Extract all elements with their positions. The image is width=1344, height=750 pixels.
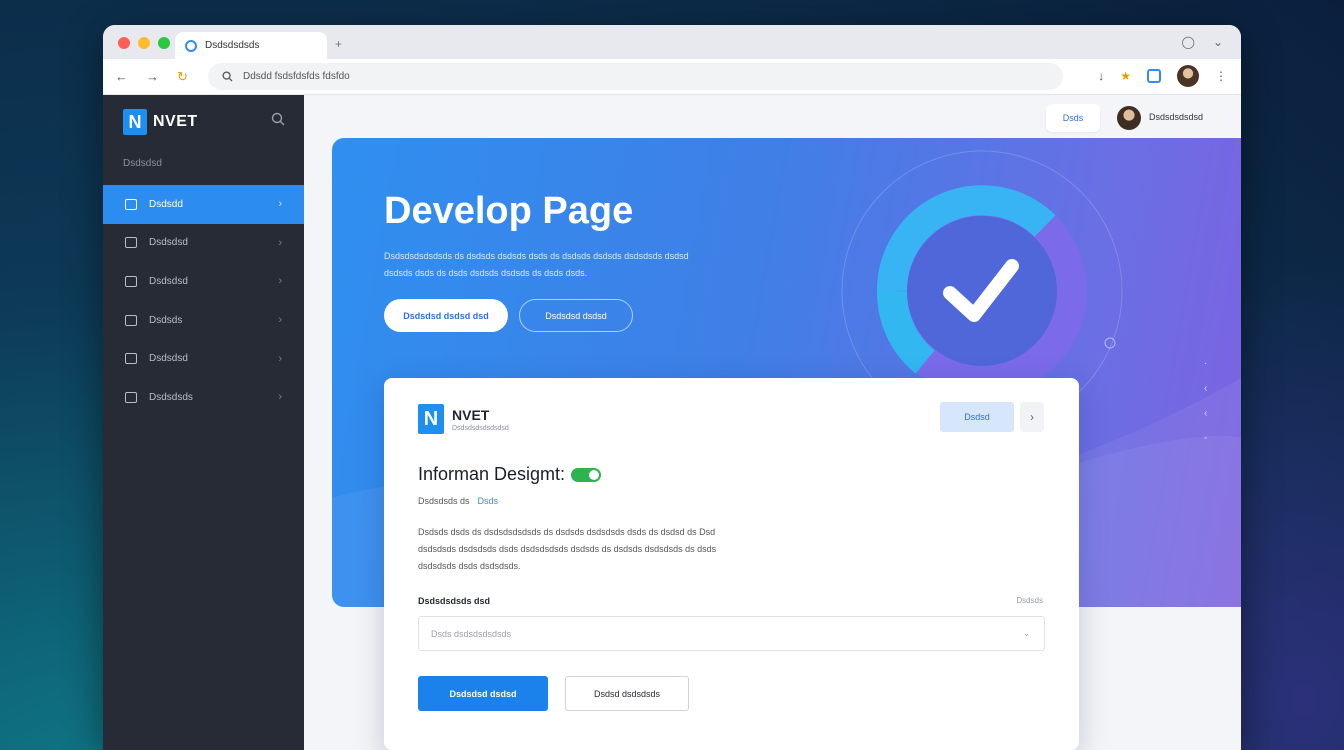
sidebar-item-label: Dsdsdsd — [149, 275, 188, 287]
sidebar-item-2[interactable]: Dsdsdsd › — [103, 224, 304, 263]
dashboard-icon — [125, 198, 137, 210]
tab-strip: Dsdsdsdsds + ◯ ⌄ — [103, 25, 1241, 59]
sidebar-menu: Dsdsdd › Dsdsdsd › Dsdsdsd › Dsdsds › Ds… — [103, 185, 304, 417]
card-meta: Dsdsdsds ds Dsds — [418, 496, 498, 506]
forward-icon[interactable]: → — [146, 69, 159, 85]
browser-tab[interactable]: Dsdsdsdsds — [175, 32, 327, 59]
chart-icon — [125, 275, 137, 287]
reload-icon[interactable]: ↻ — [177, 69, 188, 85]
sidebar-item-label: Dsdsdsd — [149, 353, 188, 365]
tab-strip-controls: ◯ ⌄ — [1182, 35, 1224, 49]
card-brand-name: NVET — [452, 406, 490, 423]
user-name[interactable]: Dsdsdsdsdsd — [1149, 112, 1203, 122]
brand-logo-icon: N — [418, 404, 444, 434]
sidebar: N NVET Dsdsdsd Dsdsdd › Dsdsdsd › Dsdsds… — [103, 95, 304, 750]
chevron-right-icon: › — [278, 236, 282, 249]
card-title: Informan Desigmt: — [418, 464, 602, 485]
sidebar-item-4[interactable]: Dsdsds › — [103, 301, 304, 340]
download-icon[interactable]: ↓ — [1098, 69, 1104, 83]
search-icon — [222, 71, 233, 82]
hero-description-line: Dsdsdsdsdsdsds ds dsdsds dsdsds dsds ds … — [384, 251, 689, 261]
sidebar-item-6[interactable]: Dsdsdsds › — [103, 378, 304, 417]
card-meta-text: Dsdsdsds ds — [418, 496, 470, 506]
profile-icon[interactable]: ◯ — [1182, 35, 1195, 49]
tab-favicon-icon — [185, 39, 197, 52]
card-brand: N NVET Dsdsdsdsdsdsdsd — [418, 404, 509, 434]
hero-side-controls: · ‹ ‹ ◦ — [1204, 358, 1208, 444]
sidebar-item-5[interactable]: Dsdsdsd › — [103, 339, 304, 378]
circle-icon[interactable]: ◦ — [1204, 433, 1208, 444]
sidebar-section-label: Dsdsdsd — [123, 158, 162, 169]
main-area: Dsds Dsdsdsdsdsd Develop Page Dsdsdsdsds… — [304, 95, 1241, 750]
chevron-left-icon[interactable]: ‹ — [1204, 383, 1208, 394]
settings-icon — [125, 391, 137, 403]
card-brand-text: NVET Dsdsdsdsdsdsdsd — [452, 407, 509, 432]
sidebar-brand[interactable]: N NVET — [123, 109, 198, 135]
hero-secondary-button[interactable]: Dsdsdsd dsdsd — [519, 299, 633, 332]
field-label: Dsdsdsdsds dsd — [418, 596, 491, 606]
card-body-line: dsdsdsds dsdsdsds dsds dsdsdsdsds dsdsds… — [418, 544, 717, 554]
close-window-button[interactable] — [118, 37, 130, 49]
avatar[interactable] — [1117, 106, 1141, 130]
dot-icon[interactable]: · — [1204, 358, 1208, 369]
card-meta-tag[interactable]: Dsds — [478, 496, 499, 506]
chevron-left-icon[interactable]: ‹ — [1204, 408, 1208, 419]
sidebar-item-label: Dsdsdsds — [149, 391, 193, 403]
sidebar-item-3[interactable]: Dsdsdsd › — [103, 262, 304, 301]
window-icon — [125, 353, 137, 365]
chevron-right-icon[interactable]: › — [1020, 402, 1044, 432]
sidebar-item-label: Dsdsdd — [149, 198, 183, 210]
nav-buttons: ← → ↻ — [115, 69, 205, 85]
field-hint: Dsdsds — [1016, 596, 1043, 605]
card-title-text: Informan Desigmt: — [418, 464, 566, 484]
chevron-right-icon: › — [278, 198, 282, 211]
browser-avatar[interactable] — [1177, 65, 1199, 87]
star-icon[interactable]: ★ — [1120, 69, 1131, 83]
dropdown-select[interactable]: Dsds dsdsdsdsdsds ⌄ — [418, 616, 1045, 651]
app-content: N NVET Dsdsdsd Dsdsdd › Dsdsdsd › Dsdsds… — [103, 95, 1241, 750]
url-input[interactable]: Ddsdd fsdsfdsfds fdsfdo — [208, 63, 1063, 90]
address-bar: ← → ↻ Ddsdd fsdsfdsfds fdsfdo ↓ ★ ⋮ — [103, 59, 1241, 95]
chevron-right-icon: › — [278, 352, 282, 365]
card-body: Dsdsds dsds ds dsdsdsdsdsds ds dsdsds ds… — [418, 524, 798, 575]
info-card: N NVET Dsdsdsdsdsdsdsd Dsdsd › Informan … — [384, 378, 1079, 750]
browser-window: Dsdsdsdsds + ◯ ⌄ ← → ↻ Ddsdd fsdsfdsfds … — [103, 25, 1241, 750]
minimize-window-button[interactable] — [138, 37, 150, 49]
page-title: Develop Page — [384, 190, 634, 232]
status-toggle[interactable] — [571, 467, 602, 482]
new-tab-button[interactable]: + — [335, 37, 342, 51]
select-placeholder: Dsds dsdsdsdsdsds — [431, 628, 512, 639]
hero-primary-button[interactable]: Dsdsdsd dsdsd dsd — [384, 299, 508, 332]
card-brand-subtitle: Dsdsdsdsdsdsdsd — [452, 424, 509, 432]
card-body-line: Dsdsds dsds ds dsdsdsdsdsds ds dsdsds ds… — [418, 527, 716, 537]
browser-toolbar: ↓ ★ ⋮ — [1098, 65, 1227, 87]
hero-description: Dsdsdsdsdsdsds ds dsdsds dsdsds dsds ds … — [384, 248, 754, 282]
chevron-right-icon: › — [278, 314, 282, 327]
chevron-down-icon: ⌄ — [1023, 629, 1030, 638]
hero-description-line: dsdsds dsds ds dsds dsdsds dsdsds ds dsd… — [384, 268, 588, 278]
topbar-button[interactable]: Dsds — [1046, 104, 1100, 132]
extension-icon[interactable] — [1147, 69, 1161, 83]
maximize-window-button[interactable] — [158, 37, 170, 49]
grid-icon — [125, 237, 137, 249]
search-icon[interactable] — [271, 112, 285, 126]
primary-button[interactable]: Dsdsdsd dsdsd — [418, 676, 548, 711]
chevron-right-icon: › — [278, 391, 282, 404]
sidebar-item-1[interactable]: Dsdsdd › — [103, 185, 304, 224]
url-text: Ddsdd fsdsfdsfds fdsfdo — [243, 71, 350, 82]
card-top-button[interactable]: Dsdsd — [940, 402, 1014, 432]
brand-logo-icon: N — [123, 109, 147, 135]
sidebar-item-label: Dsdsds — [149, 314, 183, 326]
brand-name: NVET — [153, 113, 198, 130]
sidebar-item-label: Dsdsdsd — [149, 237, 188, 249]
chevron-down-icon[interactable]: ⌄ — [1213, 35, 1223, 49]
window-controls — [118, 37, 170, 49]
chevron-right-icon: › — [278, 275, 282, 288]
layers-icon — [125, 314, 137, 326]
menu-icon[interactable]: ⋮ — [1215, 69, 1227, 83]
back-icon[interactable]: ← — [115, 69, 128, 85]
tab-title: Dsdsdsdsds — [205, 40, 260, 51]
card-body-line: dsdsdsds dsds dsdsdsds. — [418, 561, 521, 571]
secondary-button[interactable]: Dsdsd dsdsdsds — [565, 676, 689, 711]
